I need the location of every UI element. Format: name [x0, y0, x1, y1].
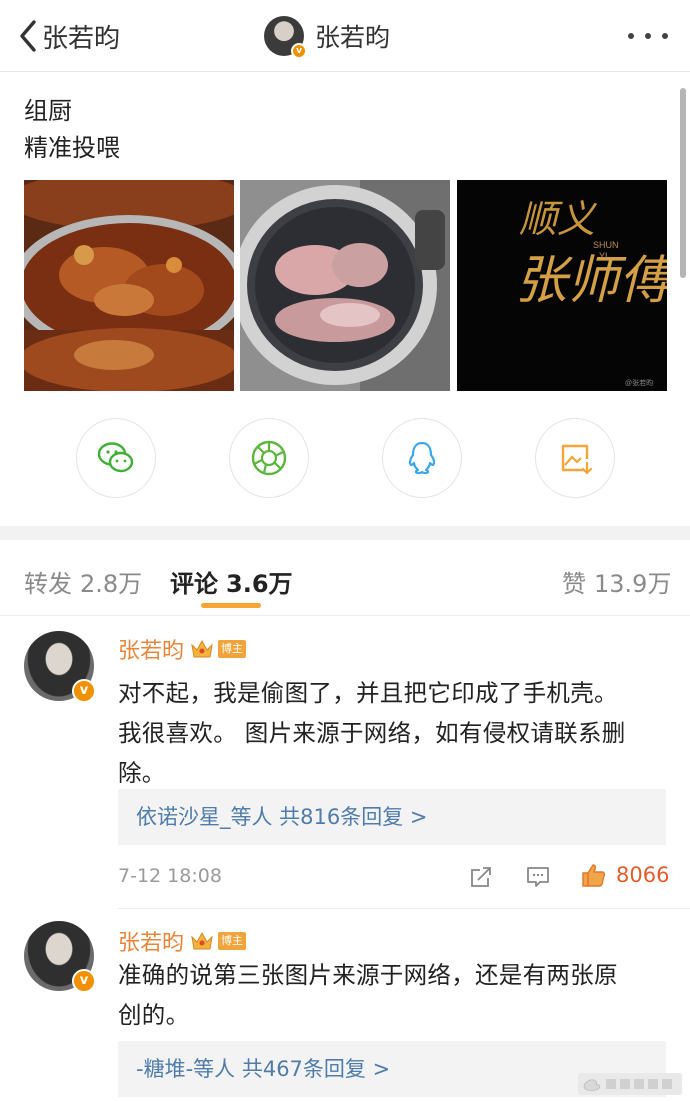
share-icon — [471, 867, 491, 887]
tab-repost[interactable]: 转发 2.8万 — [24, 564, 142, 599]
back-button[interactable]: 张若昀 — [18, 16, 120, 56]
tab-like-count: 13.9万 — [594, 570, 672, 598]
comment-icon — [527, 867, 549, 887]
comment-text-line: 准确的说第三张图片来源于网络，还是有两张原 — [118, 961, 618, 989]
comment-divider — [118, 908, 690, 909]
post-image-2[interactable] — [240, 180, 450, 391]
tab-comment[interactable]: 评论 3.6万 — [170, 564, 293, 599]
reply-comment-button[interactable] — [523, 862, 553, 892]
tab-repost-label: 转发 — [24, 570, 72, 598]
share-qq-button[interactable] — [382, 418, 462, 498]
tab-comment-label: 评论 — [170, 570, 218, 598]
more-icon[interactable] — [628, 22, 668, 50]
share-save-image-button[interactable] — [535, 418, 615, 498]
verified-badge-icon: v — [72, 679, 96, 703]
braised-meat-photo — [24, 180, 234, 391]
save-image-icon — [561, 444, 593, 475]
tab-like-label: 赞 — [562, 570, 586, 598]
like-count: 8066 — [616, 863, 670, 887]
comment-time: 7-12 18:08 — [118, 865, 222, 887]
scrollbar[interactable] — [680, 88, 686, 278]
comment-author-name[interactable]: 张若昀 — [118, 925, 184, 957]
share-bar — [0, 418, 690, 500]
top-nav-bar: 张若昀 v 张若昀 — [0, 0, 690, 72]
avatar[interactable]: v — [24, 631, 96, 703]
header-user[interactable]: v 张若昀 — [264, 14, 390, 59]
pot-of-meat-photo — [240, 180, 450, 391]
author-tag: 博主 — [218, 640, 247, 658]
tab-comment-count: 3.6万 — [226, 570, 293, 598]
poster-subtitle-top: SHUN — [593, 240, 619, 250]
avatar[interactable]: v — [24, 921, 96, 993]
comment-text-line: 对不起，我是偷图了，并且把它印成了手机壳。 — [118, 679, 618, 707]
chevron-left-icon — [20, 20, 36, 52]
comment-author-name[interactable]: 张若昀 — [118, 633, 184, 665]
moments-icon — [251, 440, 287, 476]
post-text-line-2: 精准投喂 — [24, 134, 120, 162]
replies-summary-link[interactable]: 依诺沙星_等人 共816条回复 > — [118, 789, 666, 845]
qq-icon — [408, 441, 436, 475]
avatar[interactable]: v — [264, 16, 307, 59]
comment-text-line: 我很喜欢。 图片来源于网络，如有侵权请联系删 — [118, 719, 626, 747]
crown-icon — [191, 639, 213, 658]
tab-like[interactable]: 赞 13.9万 — [562, 564, 671, 599]
share-wechat-button[interactable] — [76, 418, 156, 498]
post-image-3[interactable]: 顺义 张师傅 SHUN YI @张若昀 — [457, 180, 667, 391]
post-image-1[interactable] — [24, 180, 234, 391]
section-divider — [0, 526, 690, 540]
active-tab-indicator — [201, 603, 261, 608]
share-comment-button[interactable] — [466, 862, 496, 892]
poster-credit: @张若昀 — [625, 378, 653, 387]
calligraphy-poster: 顺义 张师傅 SHUN YI @张若昀 — [457, 180, 667, 391]
poster-subtitle-bottom: YI — [599, 251, 608, 261]
crown-icon — [191, 931, 213, 950]
author-tag: 博主 — [218, 932, 247, 950]
weibo-watermark-icon — [578, 1073, 682, 1095]
like-comment-button[interactable] — [578, 860, 608, 890]
back-label: 张若昀 — [42, 23, 121, 54]
wechat-icon — [97, 442, 134, 473]
comment-author-row: 张若昀 博主 — [118, 925, 247, 957]
poster-title-main: 张师傅 — [515, 251, 667, 311]
comment-text-line: 创的。 — [118, 1001, 190, 1029]
thumbs-up-icon — [582, 864, 606, 887]
verified-badge-icon: v — [291, 43, 307, 59]
post-text-line-1: 组厨 — [24, 97, 72, 125]
comment-text-line: 除。 — [118, 759, 166, 787]
poster-title-top: 顺义 — [519, 197, 598, 241]
comment-author-row: 张若昀 博主 — [118, 633, 247, 665]
interaction-tabs: 转发 2.8万 评论 3.6万 赞 13.9万 — [0, 540, 690, 616]
tab-repost-count: 2.8万 — [80, 570, 143, 598]
verified-badge-icon: v — [72, 969, 96, 993]
share-moments-button[interactable] — [229, 418, 309, 498]
header-user-name[interactable]: 张若昀 — [315, 18, 390, 54]
